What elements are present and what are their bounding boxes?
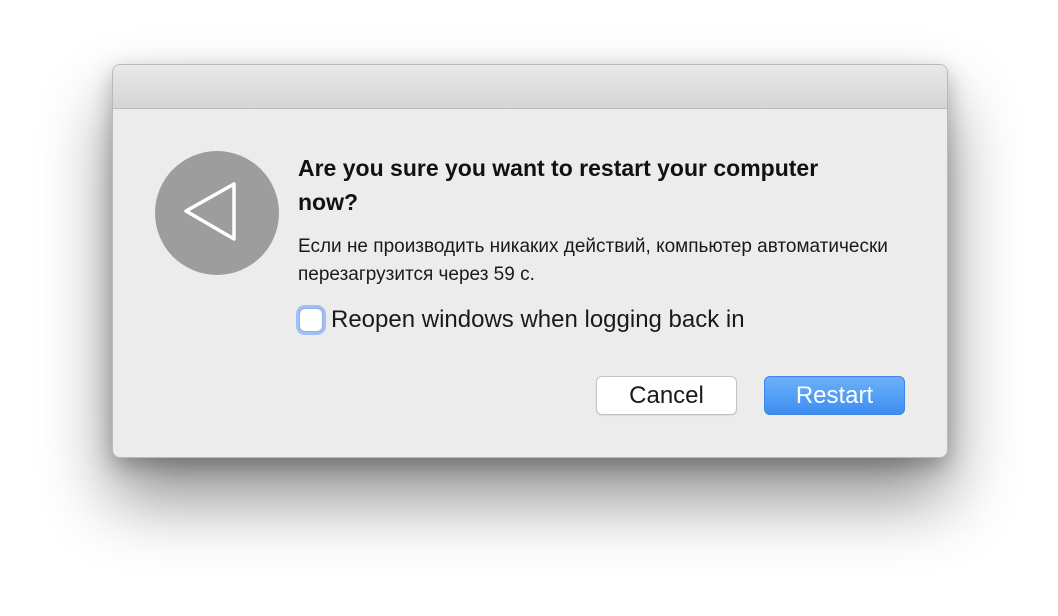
back-triangle-icon — [155, 151, 279, 275]
restart-button[interactable]: Restart — [764, 376, 905, 415]
reopen-windows-label[interactable]: Reopen windows when logging back in — [331, 306, 745, 334]
back-triangle-icon-graphic — [184, 182, 236, 241]
dialog-message: Если не производить никаких действий, ко… — [298, 236, 888, 285]
screen: Are you sure you want to restart your co… — [0, 0, 1058, 616]
cancel-button[interactable]: Cancel — [596, 376, 737, 415]
restart-dialog: Are you sure you want to restart your co… — [112, 64, 948, 458]
dialog-heading: Are you sure you want to restart your co… — [298, 155, 819, 215]
dialog-titlebar — [113, 65, 947, 109]
reopen-windows-option[interactable]: Reopen windows when logging back in — [295, 303, 745, 337]
reopen-windows-checkbox[interactable] — [299, 308, 323, 332]
